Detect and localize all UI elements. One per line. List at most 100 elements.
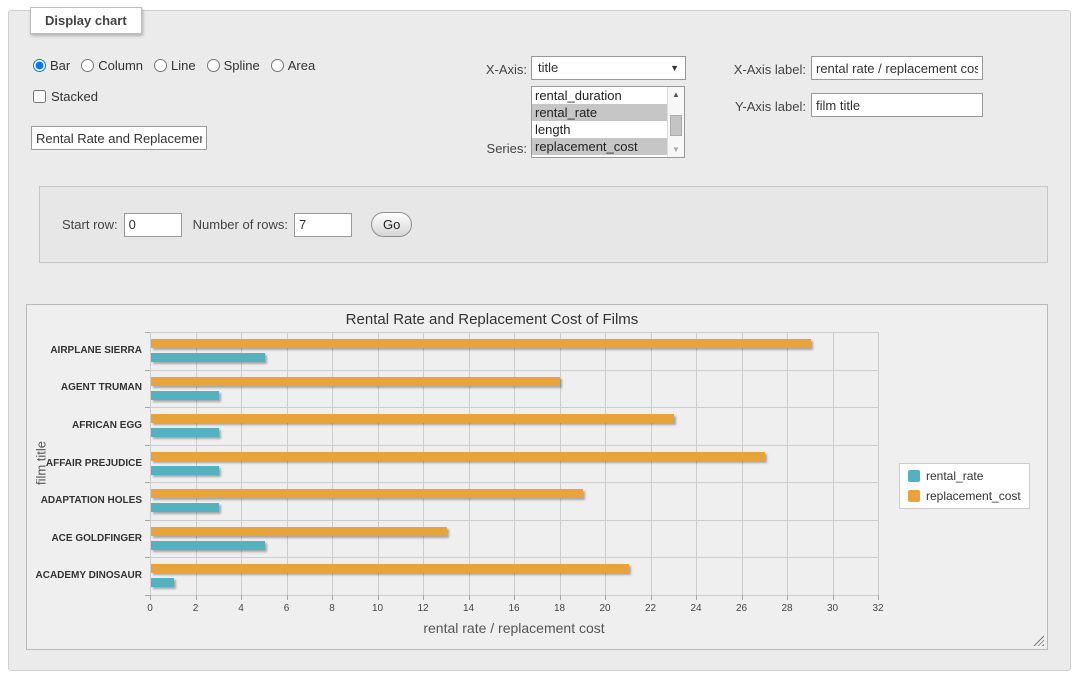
x-axis-tick — [514, 595, 515, 600]
bar-rental_rate — [151, 578, 174, 587]
x-axis-tick-label: 0 — [135, 603, 165, 614]
chart-type-radio-label: Line — [171, 58, 196, 73]
bar-replacement_cost — [151, 527, 447, 536]
x-axis-tick-label: 24 — [681, 603, 711, 614]
series-scrollbar[interactable]: ▲ ▼ — [667, 87, 684, 157]
y-axis-label-input[interactable] — [811, 93, 983, 117]
chart-type-radio-label: Spline — [224, 58, 260, 73]
x-axis-tick-label: 28 — [772, 603, 802, 614]
gridline-vertical — [241, 332, 242, 595]
scroll-thumb[interactable] — [670, 115, 682, 136]
legend-swatch — [908, 470, 920, 482]
x-axis-tick-label: 2 — [181, 603, 211, 614]
stacked-label: Stacked — [51, 89, 98, 104]
start-row-input[interactable] — [124, 213, 182, 237]
chart-type-radio-column[interactable] — [81, 59, 94, 72]
bar-replacement_cost — [151, 414, 674, 423]
x-axis-tick — [696, 595, 697, 600]
x-axis-tick — [378, 595, 379, 600]
legend-item-rental_rate[interactable]: rental_rate — [908, 469, 1021, 483]
chart-type-radio-label: Area — [288, 58, 315, 73]
series-option-rental_duration[interactable]: rental_duration — [532, 87, 667, 104]
chart-type-radio-bar[interactable] — [33, 59, 46, 72]
stacked-checkbox[interactable] — [33, 90, 46, 103]
category-label: AIRPLANE SIERRA — [20, 345, 142, 357]
go-button[interactable]: Go — [371, 212, 412, 237]
chart-title: Rental Rate and Replacement Cost of Film… — [27, 311, 957, 328]
chart-type-option-bar: Bar — [33, 58, 70, 73]
x-axis-tick — [332, 595, 333, 600]
x-axis-tick-label: 4 — [226, 603, 256, 614]
series-option-replacement_cost[interactable]: replacement_cost — [532, 138, 667, 155]
gridline-vertical — [787, 332, 788, 595]
bar-rental_rate — [151, 541, 265, 550]
chart-type-option-line: Line — [154, 58, 196, 73]
x-axis-tick — [742, 595, 743, 600]
x-axis-tick — [878, 595, 879, 600]
bar-replacement_cost — [151, 564, 629, 573]
x-axis-tick — [560, 595, 561, 600]
series-listbox[interactable]: rental_durationrental_ratelengthreplacem… — [531, 86, 685, 158]
gridline-vertical — [287, 332, 288, 595]
x-axis-label-input[interactable] — [811, 56, 983, 80]
bar-rental_rate — [151, 428, 219, 437]
gridline-vertical — [514, 332, 515, 595]
x-axis-tick — [196, 595, 197, 600]
number-of-rows-input[interactable] — [294, 213, 352, 237]
category-label: AGENT TRUMAN — [20, 382, 142, 394]
category-label: ACADEMY DINOSAUR — [20, 570, 142, 582]
x-axis-select-value: title — [538, 57, 558, 79]
x-axis-tick — [605, 595, 606, 600]
gridline-vertical — [742, 332, 743, 595]
resize-handle-icon[interactable] — [1033, 635, 1044, 646]
x-axis-label: X-Axis: — [459, 62, 527, 77]
rows-panel: Start row: Number of rows: Go — [39, 186, 1048, 263]
legend-swatch — [908, 490, 920, 502]
x-axis-tick-label: 26 — [727, 603, 757, 614]
series-label: Series: — [459, 141, 527, 156]
number-of-rows-label: Number of rows: — [193, 217, 288, 232]
x-axis-tick-label: 32 — [863, 603, 893, 614]
chart-type-option-area: Area — [271, 58, 315, 73]
gridline-vertical — [332, 332, 333, 595]
chart-type-radio-group: Bar Column Line Spline Area — [33, 58, 315, 73]
gridline-vertical — [833, 332, 834, 595]
series-listbox-options: rental_durationrental_ratelengthreplacem… — [532, 87, 667, 157]
chart-type-option-column: Column — [81, 58, 143, 73]
x-axis-tick — [287, 595, 288, 600]
bar-replacement_cost — [151, 452, 765, 461]
chart-type-radio-spline[interactable] — [207, 59, 220, 72]
gridline-vertical — [651, 332, 652, 595]
bar-replacement_cost — [151, 339, 811, 348]
chart-title-input[interactable] — [31, 126, 207, 150]
series-option-rental_rate[interactable]: rental_rate — [532, 104, 667, 121]
bar-rental_rate — [151, 391, 219, 400]
x-axis-tick-label: 18 — [545, 603, 575, 614]
start-row-label: Start row: — [62, 217, 118, 232]
gridline-vertical — [560, 332, 561, 595]
plot-area: 02468101214161820222426283032AIRPLANE SI… — [150, 332, 878, 595]
category-label: ACE GOLDFINGER — [20, 533, 142, 545]
legend-item-replacement_cost[interactable]: replacement_cost — [908, 489, 1021, 503]
chart-type-radio-area[interactable] — [271, 59, 284, 72]
gridline-vertical — [378, 332, 379, 595]
y-axis-label-field-label: Y-Axis label: — [707, 99, 806, 114]
chart-type-radio-line[interactable] — [154, 59, 167, 72]
x-axis-tick — [787, 595, 788, 600]
stacked-row: Stacked — [33, 89, 98, 104]
gridline-vertical — [469, 332, 470, 595]
x-axis-tick-label: 12 — [408, 603, 438, 614]
x-axis-select[interactable]: title ▼ — [531, 56, 686, 80]
x-axis-tick-label: 30 — [818, 603, 848, 614]
series-option-length[interactable]: length — [532, 121, 667, 138]
category-label: AFRICAN EGG — [20, 420, 142, 432]
x-axis-tick — [150, 595, 151, 600]
scroll-down-icon[interactable]: ▼ — [668, 142, 684, 157]
scroll-up-icon[interactable]: ▲ — [668, 87, 684, 102]
display-chart-fieldset: Display chart BarColumnLineSplineArea St… — [8, 10, 1071, 671]
x-axis-tick-label: 10 — [363, 603, 393, 614]
bar-rental_rate — [151, 353, 265, 362]
x-axis-tick-label: 16 — [499, 603, 529, 614]
x-axis-label-field-label: X-Axis label: — [707, 62, 806, 77]
chart-type-radio-label: Bar — [50, 58, 70, 73]
